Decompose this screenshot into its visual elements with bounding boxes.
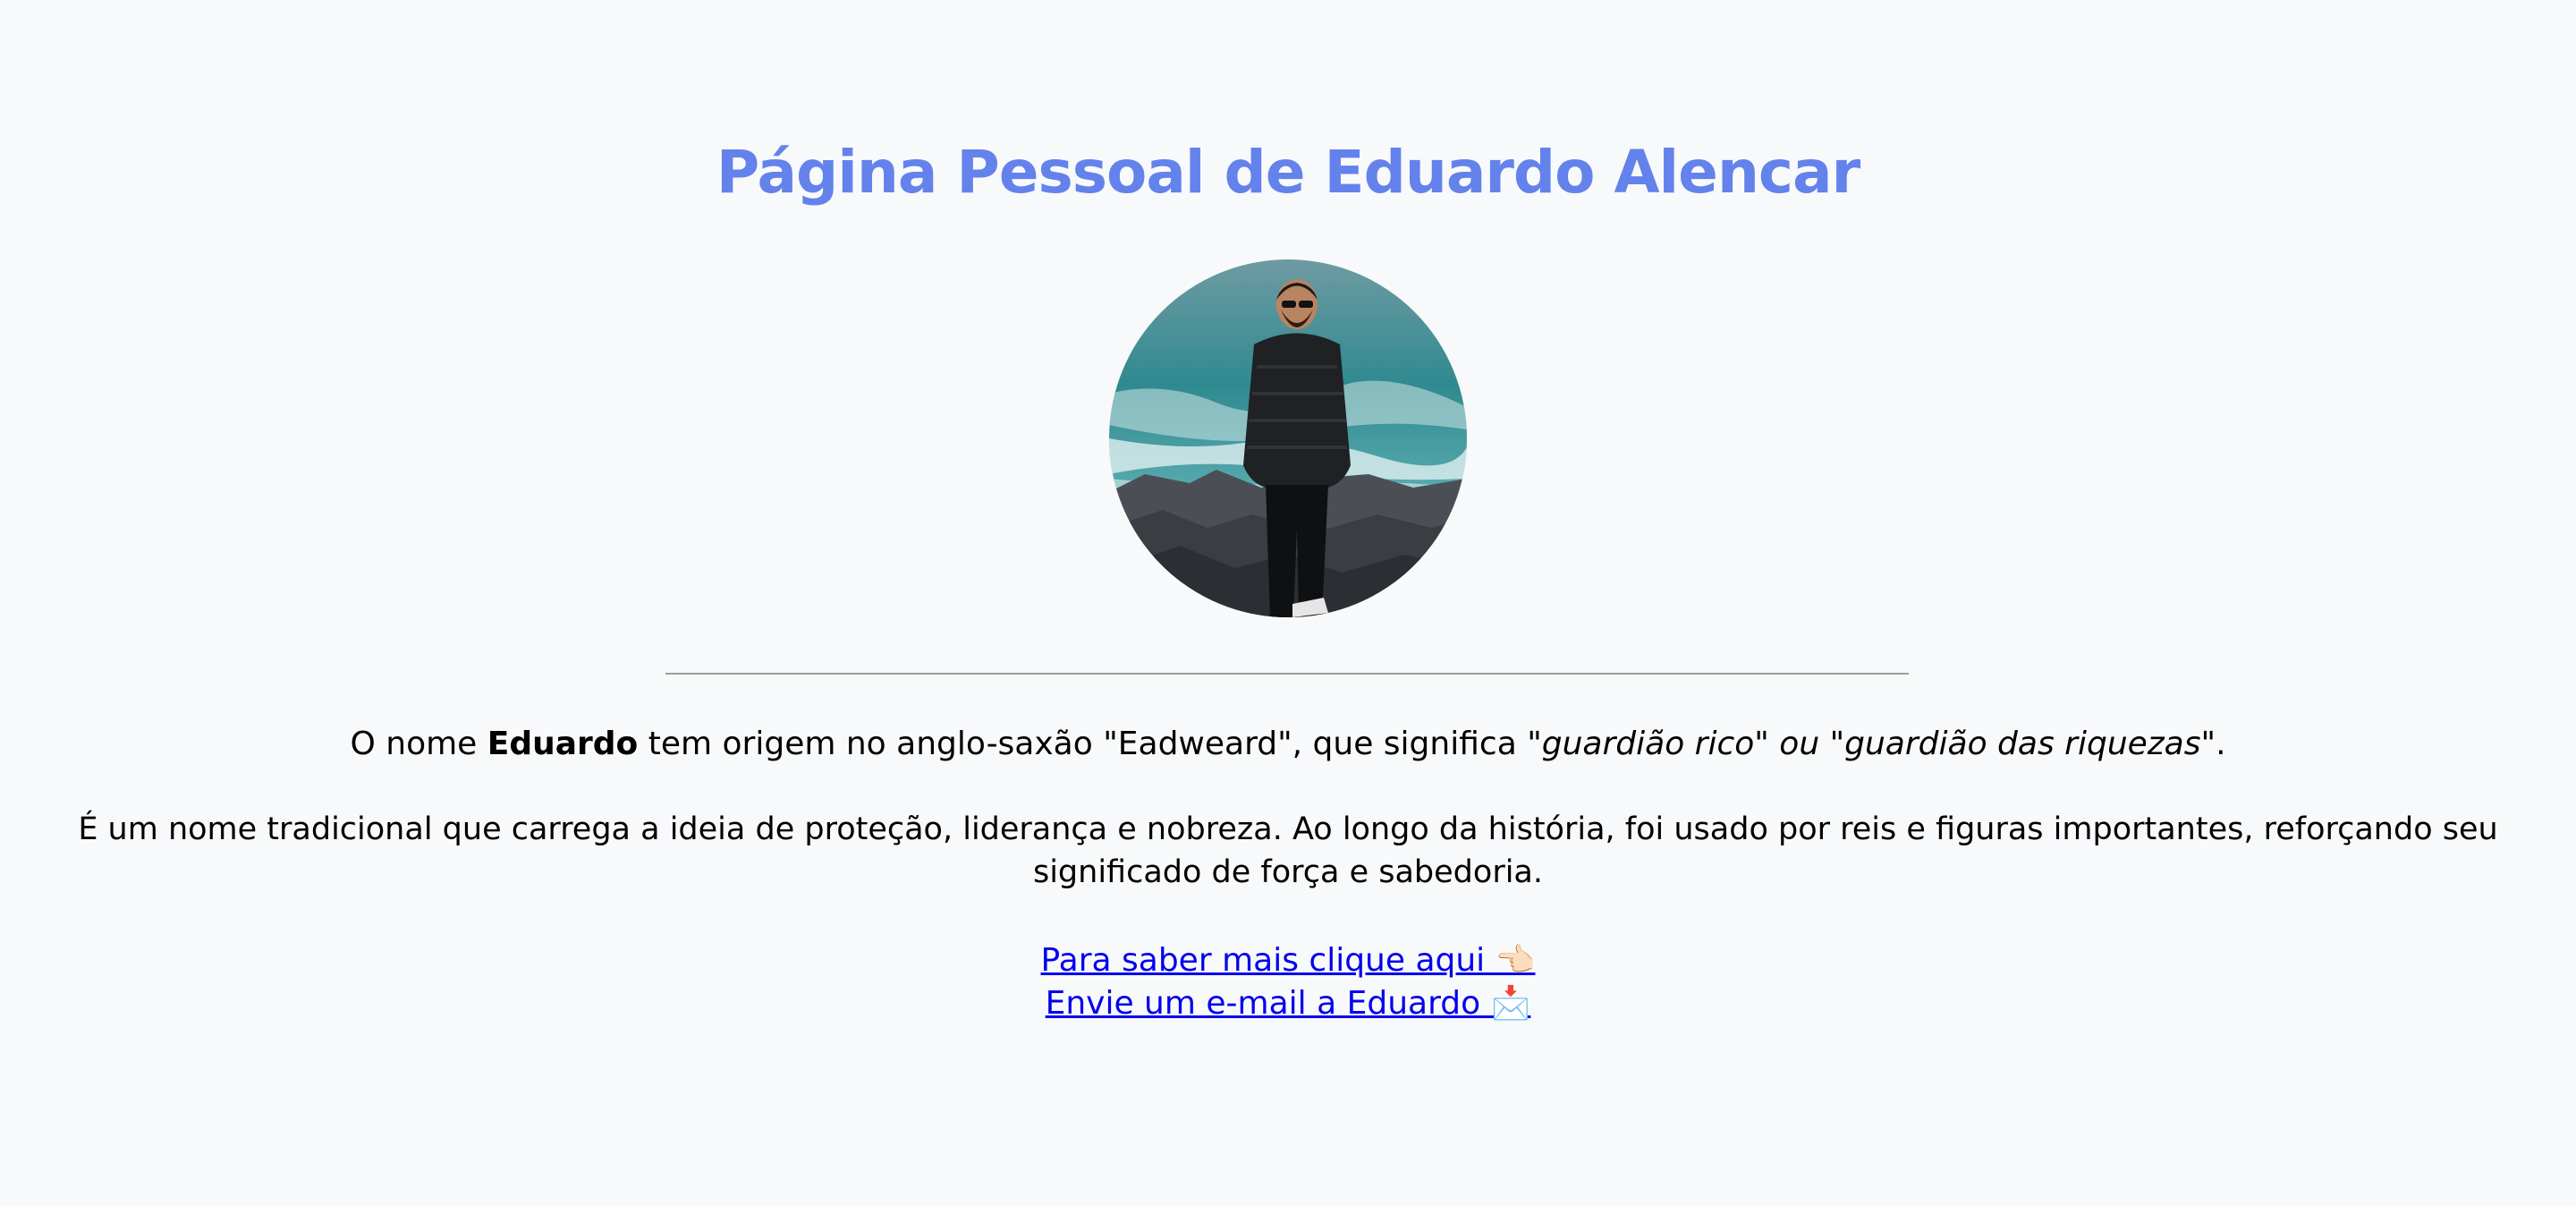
page-title: Página Pessoal de Eduardo Alencar: [716, 138, 1860, 207]
divider: [665, 673, 1909, 675]
profile-photo-image: [1109, 259, 1467, 617]
name-description-text: É um nome tradicional que carrega a idei…: [78, 811, 2498, 890]
intro-suffix: .: [2216, 726, 2226, 762]
profile-photo: [1109, 259, 1467, 617]
name-origin-text: O nome Eduardo tem origem no anglo-saxão…: [0, 723, 2576, 766]
page: Página Pessoal de Eduardo Alencar O nome…: [0, 0, 2576, 1206]
intro-meaning: "guardião rico" ou "guardião das riqueza…: [1527, 726, 2216, 762]
intro-prefix: O nome: [350, 726, 487, 762]
learn-more-link[interactable]: Para saber mais clique aqui 👈🏻: [1041, 942, 1536, 979]
intro-name: Eduardo: [487, 726, 639, 762]
links-section: Para saber mais clique aqui 👈🏻 Envie um …: [0, 939, 2576, 1025]
intro-middle: tem origem no anglo-saxão "Eadweard", qu…: [638, 726, 1528, 762]
email-link[interactable]: Envie um e-mail a Eduardo 📩: [1046, 985, 1531, 1022]
